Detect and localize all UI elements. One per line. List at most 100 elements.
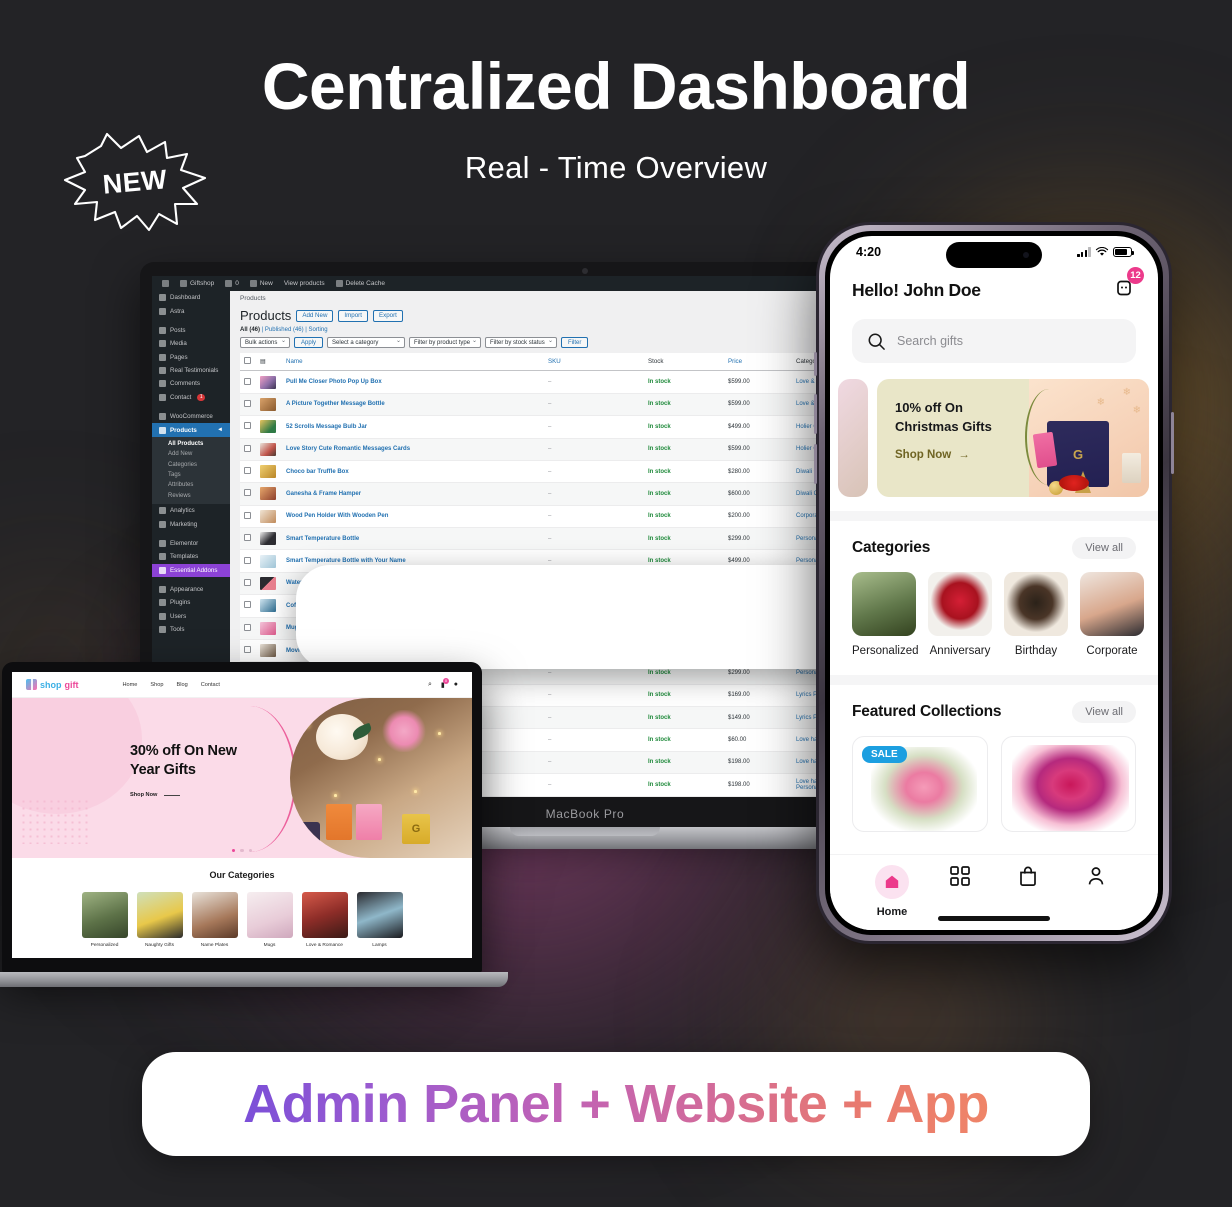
carousel-dot-2[interactable] — [240, 848, 244, 852]
bulk-actions-select[interactable]: Bulk actions — [240, 337, 290, 349]
hero-shop-now-button[interactable]: Shop Now — [130, 792, 237, 798]
row-checkbox-cell[interactable] — [240, 438, 256, 461]
row-checkbox[interactable] — [244, 534, 251, 542]
categories-view-all-button[interactable]: View all — [1072, 537, 1136, 559]
featured-card-2[interactable] — [1000, 736, 1136, 832]
website-category-item[interactable]: Personalized — [81, 892, 128, 948]
promo-banner-active[interactable]: 10% off On Christmas Gifts Shop Now → ❄ … — [877, 379, 1149, 497]
submenu-item-all-products[interactable]: All Products — [152, 439, 230, 449]
sidebar-item-products[interactable]: Products ◄ — [152, 423, 230, 437]
featured-view-all-button[interactable]: View all — [1072, 701, 1136, 723]
th-checkbox[interactable] — [240, 353, 256, 372]
row-checkbox[interactable] — [244, 623, 251, 631]
carousel-dot-1[interactable] — [231, 848, 236, 852]
adminbar-item-site[interactable]: Giftshop — [180, 280, 214, 287]
sidebar-item-pages[interactable]: Pages — [152, 351, 230, 364]
adminbar-item-delete-cache[interactable]: Delete Cache — [335, 280, 385, 287]
sidebar-item-real-testimonials[interactable]: Real Testimonials — [152, 364, 230, 377]
sidebar-item-templates[interactable]: Templates — [152, 550, 230, 563]
featured-card-1[interactable]: SALE — [852, 736, 988, 832]
sidebar-item-contact[interactable]: Contact 1 — [152, 391, 230, 404]
sidebar-item-dashboard[interactable]: Dashboard — [152, 291, 230, 304]
row-checkbox-cell[interactable] — [240, 393, 256, 417]
product-name[interactable]: 52 Scrolls Message Bulb Jar — [282, 415, 544, 439]
nav-item-home[interactable]: Home — [123, 682, 138, 688]
phone-category-item[interactable]: Corporate — [1080, 572, 1144, 657]
export-button[interactable]: Export — [372, 309, 403, 322]
sidebar-item-tools[interactable]: Tools — [152, 623, 230, 636]
sidebar-item-comments[interactable]: Comments — [152, 377, 230, 390]
product-name[interactable]: Ganesha & Frame Hamper — [282, 482, 544, 506]
nav-item-shop[interactable]: Shop — [150, 682, 163, 688]
th-name[interactable]: Name — [282, 353, 544, 372]
row-checkbox-cell[interactable] — [240, 594, 256, 618]
adminbar-item-wordpress[interactable] — [162, 280, 169, 287]
sidebar-item-posts[interactable]: Posts — [152, 324, 230, 337]
stock-status-select[interactable]: Filter by stock status — [485, 337, 558, 349]
phone-category-item[interactable]: Anniversary — [928, 572, 992, 657]
row-checkbox[interactable] — [244, 489, 251, 497]
search-icon[interactable]: ⌕ — [428, 681, 432, 689]
product-name[interactable]: Wood Pen Holder With Wooden Pen — [282, 505, 544, 529]
adminbar-item-new[interactable]: New — [249, 280, 273, 287]
sidebar-item-plugins[interactable]: Plugins — [152, 596, 230, 609]
website-category-item[interactable]: Love & Romance — [301, 892, 348, 948]
search-input[interactable]: Search gifts — [852, 319, 1136, 363]
sidebar-item-appearance[interactable]: Appearance — [152, 583, 230, 596]
import-button[interactable]: Import — [338, 309, 368, 322]
sidebar-item-users[interactable]: Users — [152, 610, 230, 623]
apply-button[interactable]: Apply — [294, 337, 324, 349]
tab-profile[interactable] — [1062, 865, 1130, 887]
sidebar-item-media[interactable]: Media — [152, 337, 230, 350]
phone-silent-switch[interactable] — [814, 352, 817, 376]
tab-bag[interactable] — [994, 865, 1062, 887]
phone-volume-up-button[interactable] — [814, 394, 817, 434]
row-checkbox[interactable] — [244, 467, 251, 475]
notifications-button[interactable]: 12 — [1112, 267, 1144, 305]
website-category-item[interactable]: Naughty Gifts — [136, 892, 183, 948]
sidebar-item-elementor[interactable]: Elementor — [152, 537, 230, 550]
products-submenu[interactable]: All Products Add New Categories Tags Att… — [152, 436, 230, 504]
sidebar-item-essential-addons[interactable]: Essential Addons 1 — [152, 563, 1018, 669]
carousel-dot-3[interactable] — [248, 848, 253, 852]
website-logo[interactable]: shop gift — [26, 679, 79, 690]
row-checkbox-cell[interactable] — [240, 415, 256, 439]
row-checkbox-cell[interactable] — [240, 482, 256, 506]
phone-category-item[interactable]: Birthday — [1004, 572, 1068, 657]
product-name[interactable]: Love Story Cute Romantic Messages Cards — [282, 438, 544, 461]
category-select[interactable]: Select a category — [327, 337, 406, 349]
row-checkbox[interactable] — [244, 511, 251, 519]
phone-category-item[interactable]: Personalized — [852, 572, 918, 657]
add-new-button[interactable]: Add New — [296, 309, 334, 322]
row-checkbox[interactable] — [244, 399, 251, 407]
sidebar-item-woocommerce[interactable]: WooCommerce — [152, 410, 230, 423]
row-checkbox[interactable] — [244, 422, 251, 430]
user-icon[interactable]: ● — [454, 681, 458, 688]
nav-item-blog[interactable]: Blog — [177, 682, 188, 688]
tab-home[interactable]: Home — [858, 865, 926, 918]
row-checkbox-cell[interactable] — [240, 639, 256, 663]
row-checkbox-cell[interactable] — [240, 549, 256, 573]
submenu-item-reviews[interactable]: Reviews — [152, 491, 230, 501]
submenu-item-attributes[interactable]: Attributes — [152, 480, 230, 490]
tab-categories[interactable] — [926, 865, 994, 887]
th-price[interactable]: Price — [724, 353, 792, 372]
promo-shop-now-button[interactable]: Shop Now → — [895, 449, 1029, 461]
phone-volume-down-button[interactable] — [814, 444, 817, 484]
product-name[interactable]: Pull Me Closer Photo Pop Up Box — [282, 370, 544, 394]
filter-published[interactable]: Published (46) — [265, 327, 304, 333]
promo-banner-previous[interactable] — [838, 379, 868, 497]
adminbar-item-comments[interactable]: 0 — [225, 280, 239, 287]
product-name[interactable]: Choco bar Truffle Box — [282, 460, 544, 484]
row-checkbox[interactable] — [244, 444, 251, 452]
filter-all[interactable]: All (46) — [240, 327, 260, 333]
sidebar-item-astra[interactable]: Astra — [152, 304, 230, 317]
row-checkbox[interactable] — [244, 646, 251, 654]
website-category-item[interactable]: Name Plates — [191, 892, 238, 948]
row-checkbox-cell[interactable] — [240, 460, 256, 484]
submenu-item-add-new[interactable]: Add New — [152, 449, 230, 459]
hero-carousel-dots[interactable] — [12, 848, 472, 859]
row-checkbox-cell[interactable] — [240, 527, 256, 551]
website-category-item[interactable]: Lamps — [356, 892, 403, 948]
row-checkbox[interactable] — [244, 377, 251, 385]
